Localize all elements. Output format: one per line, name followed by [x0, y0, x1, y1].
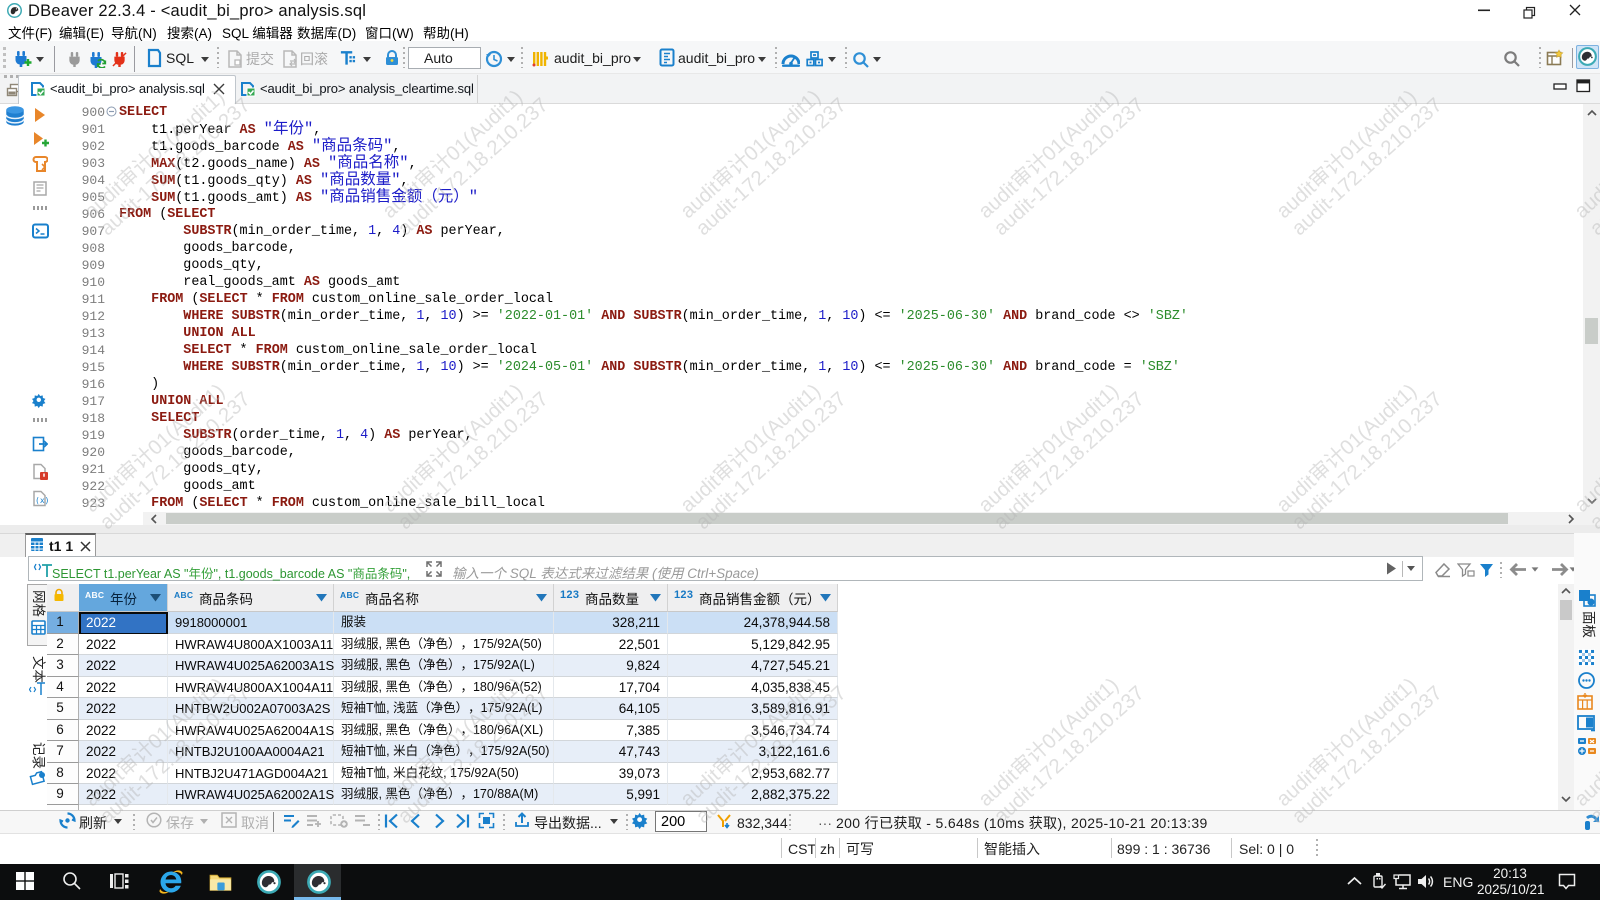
svg-text:(x): (x) — [35, 496, 48, 505]
